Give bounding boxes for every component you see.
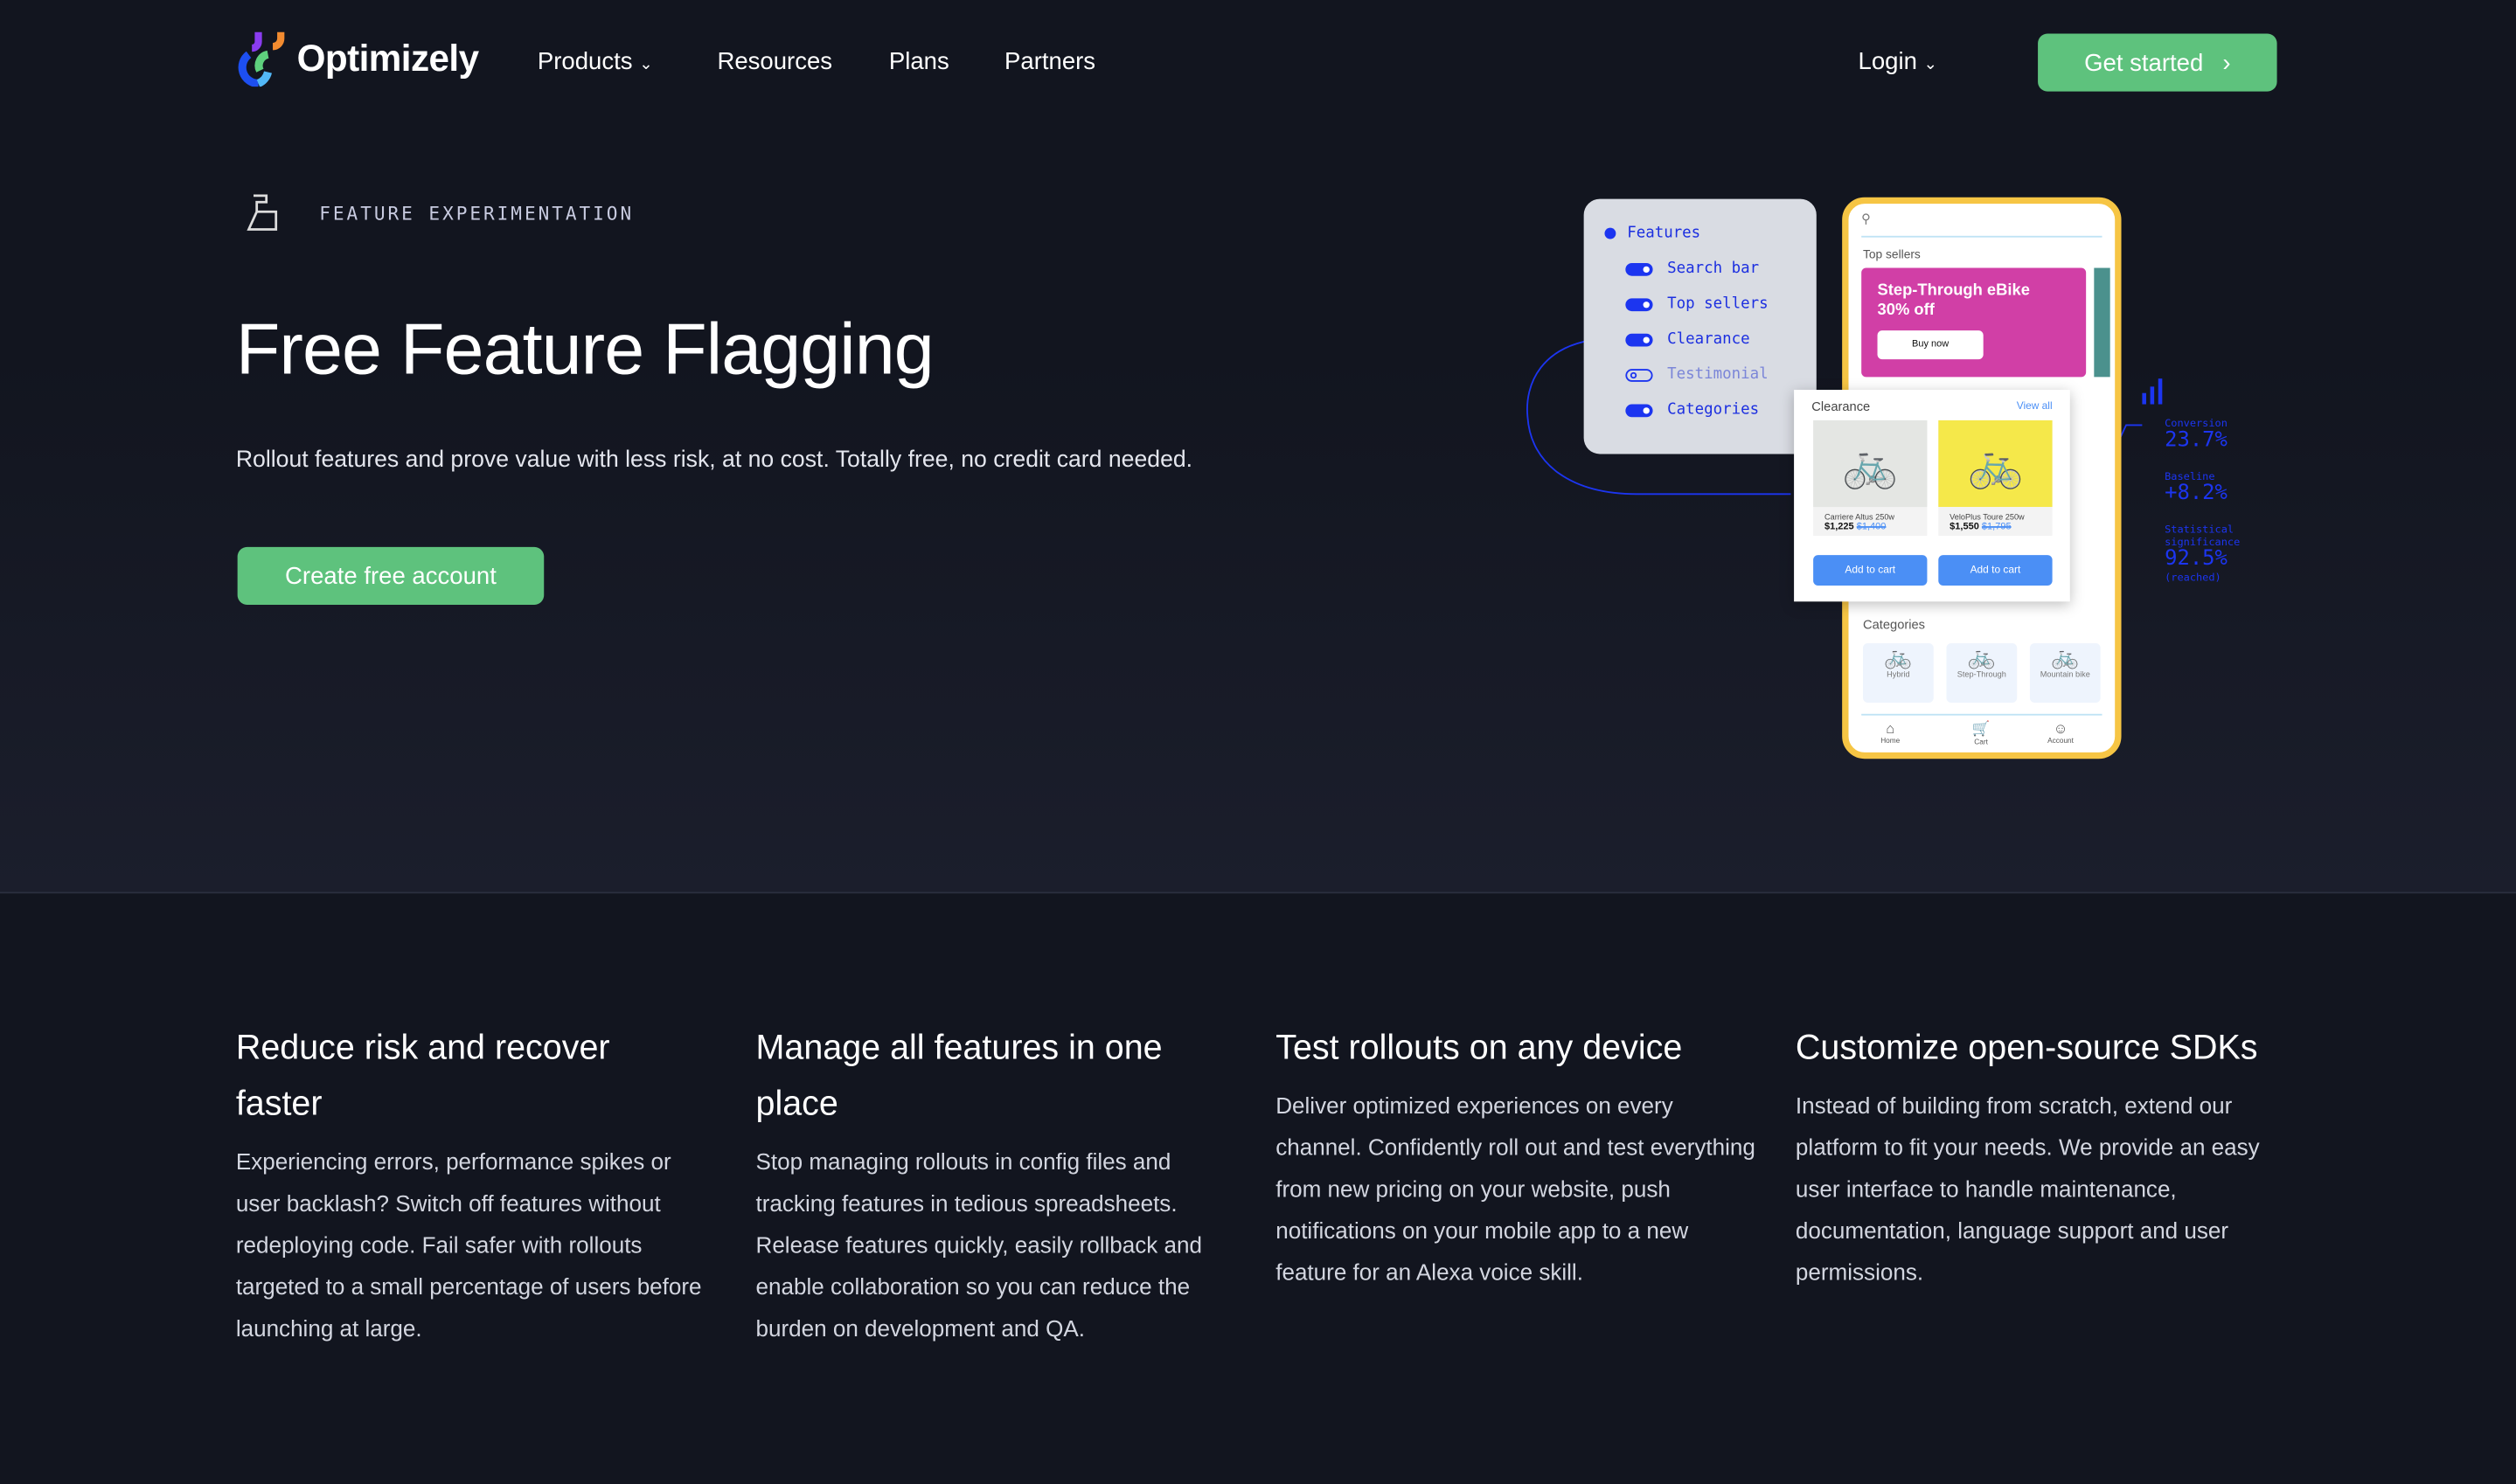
stat-conversion: Conversion 23.7% <box>2165 417 2228 453</box>
flag-icon <box>247 194 278 231</box>
top-sellers-heading: Top sellers <box>1863 246 1921 262</box>
toggle-on-icon <box>1625 262 1653 275</box>
view-all-link[interactable]: View all <box>2017 401 2053 413</box>
get-started-button[interactable]: Get started › <box>2038 33 2277 92</box>
feature-column: Customize open-source SDKs Instead of bui… <box>1795 1028 2260 1287</box>
toggle-on-icon <box>1625 297 1653 311</box>
feature-flags-panel: Features Search bar Top sellers Clearanc… <box>1583 198 1817 454</box>
feature-column: Test rollouts on any device Deliver optim… <box>1275 1028 1755 1287</box>
stat-baseline: Baseline +8.2% <box>2165 469 2228 506</box>
panel-title: Features <box>1627 224 1701 243</box>
chevron-right-icon: › <box>2222 48 2231 77</box>
tab-home[interactable]: ⌂ Home <box>1880 720 1900 745</box>
feature-column: Reduce risk and recover faster Experienci… <box>235 1028 702 1343</box>
chevron-down-icon: ⌄ <box>639 56 653 74</box>
add-to-cart-button[interactable]: Add to cart <box>1938 555 2053 586</box>
nav-login[interactable]: Login ⌄ <box>1859 48 1937 75</box>
create-free-account-button[interactable]: Create free account <box>237 546 545 605</box>
toggle-on-icon <box>1625 403 1653 417</box>
nav-partners[interactable]: Partners <box>1004 48 1095 75</box>
bike-icon: 🚲 <box>1967 643 1996 669</box>
nav-products[interactable]: Products ⌄ <box>538 48 653 75</box>
product-card[interactable]: 🚲 Carriere Altus 250w $1,225 $1,400 <box>1813 420 1928 537</box>
cart-icon: 🛒 <box>1971 720 1991 737</box>
flag-testimonial[interactable]: Testimonial <box>1625 365 1769 384</box>
toggle-on-icon <box>1625 332 1653 346</box>
bike-icon: 🚲 <box>2051 643 2080 669</box>
feature-column: Manage all features in one place Stop man… <box>755 1028 1203 1343</box>
flag-top-sellers[interactable]: Top sellers <box>1625 295 1769 313</box>
brand-name: Optimizely <box>296 36 480 79</box>
eyebrow-label: FEATURE EXPERIMENTATION <box>319 202 635 225</box>
flag-categories[interactable]: Categories <box>1625 401 1759 419</box>
logo[interactable]: Optimizely <box>236 29 479 87</box>
tab-account[interactable]: ☺ Account <box>2047 720 2074 745</box>
add-to-cart-button[interactable]: Add to cart <box>1813 555 1928 586</box>
category-step-through[interactable]: 🚲 Step-Through <box>1946 643 2018 703</box>
clearance-card: Clearance View all 🚲 Carriere Altus 250w… <box>1794 390 2070 602</box>
optimizely-logo-icon <box>238 31 285 87</box>
product-card[interactable]: 🚲 VeloPlus Toure 250w $1,550 $1,795 <box>1938 420 2053 537</box>
toggle-off-icon <box>1625 368 1653 381</box>
bike-image: 🚲 <box>1813 420 1928 508</box>
clearance-heading: Clearance <box>1811 399 1871 414</box>
bike-icon: 🚲 <box>1884 643 1913 669</box>
tab-cart[interactable]: 🛒 Cart <box>1972 720 1991 745</box>
chevron-down-icon: ⌄ <box>1923 56 1937 74</box>
page-title: Free Feature Flagging <box>235 308 935 391</box>
search-icon: ⚲ <box>1861 212 1871 226</box>
category-hybrid[interactable]: 🚲 Hybrid <box>1863 643 1934 703</box>
flag-clearance[interactable]: Clearance <box>1625 330 1750 348</box>
category-mountain-bike[interactable]: 🚲 Mountain bike <box>2029 643 2101 703</box>
bar-chart-icon <box>2142 378 2163 405</box>
home-icon: ⌂ <box>1886 720 1895 737</box>
categories-heading: Categories <box>1863 617 1926 633</box>
hero-subtitle: Rollout features and prove value with le… <box>235 447 1193 474</box>
flag-search-bar[interactable]: Search bar <box>1625 260 1759 278</box>
stat-significance: Statistical significance 92.5% (reached) <box>2165 523 2241 585</box>
buy-now-button[interactable]: Buy now <box>1877 330 1984 360</box>
nav-resources[interactable]: Resources <box>717 48 832 75</box>
account-icon: ☺ <box>2053 720 2068 737</box>
promo-banner: Step-Through eBike 30% off Buy now <box>1861 267 2087 378</box>
nav-plans[interactable]: Plans <box>889 48 949 75</box>
bike-image: 🚲 <box>1938 420 2053 508</box>
